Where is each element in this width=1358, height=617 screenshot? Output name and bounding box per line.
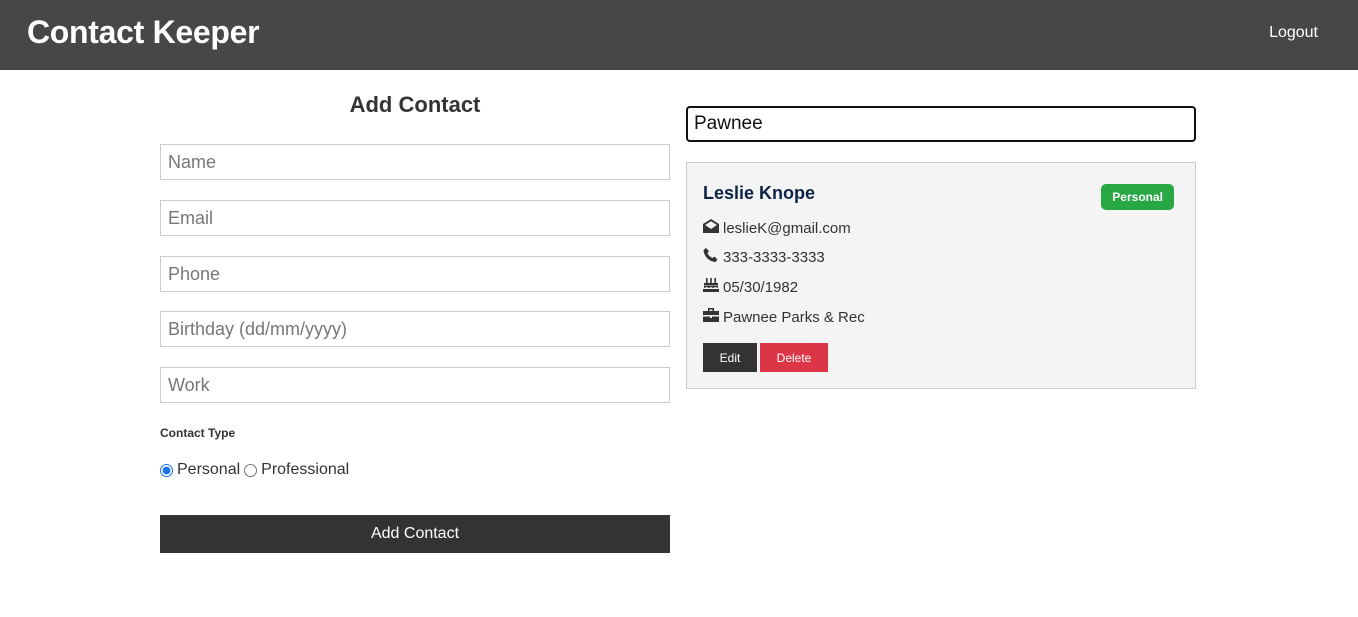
work-input[interactable] <box>160 367 670 403</box>
add-contact-form: Add Contact Contact Type Personal Profes… <box>160 88 670 553</box>
delete-button[interactable]: Delete <box>760 343 828 372</box>
professional-radio-label[interactable]: Professional <box>261 461 349 479</box>
form-title: Add Contact <box>349 92 481 117</box>
name-input[interactable] <box>160 144 670 180</box>
envelope-open-icon <box>703 219 723 237</box>
personal-radio[interactable] <box>160 463 173 477</box>
contact-birthday-row: 05/30/1982 <box>703 278 798 296</box>
contact-name: Leslie Knope <box>703 183 816 203</box>
contact-type-radio-group: Personal Professional <box>160 461 353 479</box>
contact-type-badge: Personal <box>1101 184 1174 210</box>
contact-phone-row: 333-3333-3333 <box>703 248 825 266</box>
contact-type-label: Contact Type <box>160 426 236 440</box>
contact-work-row: Pawnee Parks & Rec <box>703 308 865 326</box>
filter-input[interactable] <box>686 106 1196 142</box>
navbar: Contact Keeper Logout <box>0 0 1358 70</box>
professional-radio[interactable] <box>244 463 258 477</box>
brand-title: Contact Keeper <box>27 14 260 50</box>
logout-link[interactable]: Logout <box>1269 24 1318 42</box>
birthday-input[interactable] <box>160 311 670 347</box>
contact-birthday: 05/30/1982 <box>723 278 799 296</box>
contact-card: Leslie Knope Personal leslieK@gmail.com … <box>686 162 1196 389</box>
contact-email-row: leslieK@gmail.com <box>703 219 851 237</box>
add-contact-button[interactable]: Add Contact <box>160 515 670 553</box>
contacts-panel: Leslie Knope Personal leslieK@gmail.com … <box>686 106 1196 389</box>
phone-input[interactable] <box>160 256 670 292</box>
email-input[interactable] <box>160 200 670 236</box>
contact-email: leslieK@gmail.com <box>723 219 851 237</box>
briefcase-icon <box>703 308 723 326</box>
contact-phone: 333-3333-3333 <box>723 248 825 266</box>
birthday-cake-icon <box>703 278 723 296</box>
contact-work: Pawnee Parks & Rec <box>723 308 865 326</box>
phone-icon <box>703 248 723 266</box>
edit-button[interactable]: Edit <box>703 343 757 372</box>
personal-radio-label[interactable]: Personal <box>177 461 240 479</box>
